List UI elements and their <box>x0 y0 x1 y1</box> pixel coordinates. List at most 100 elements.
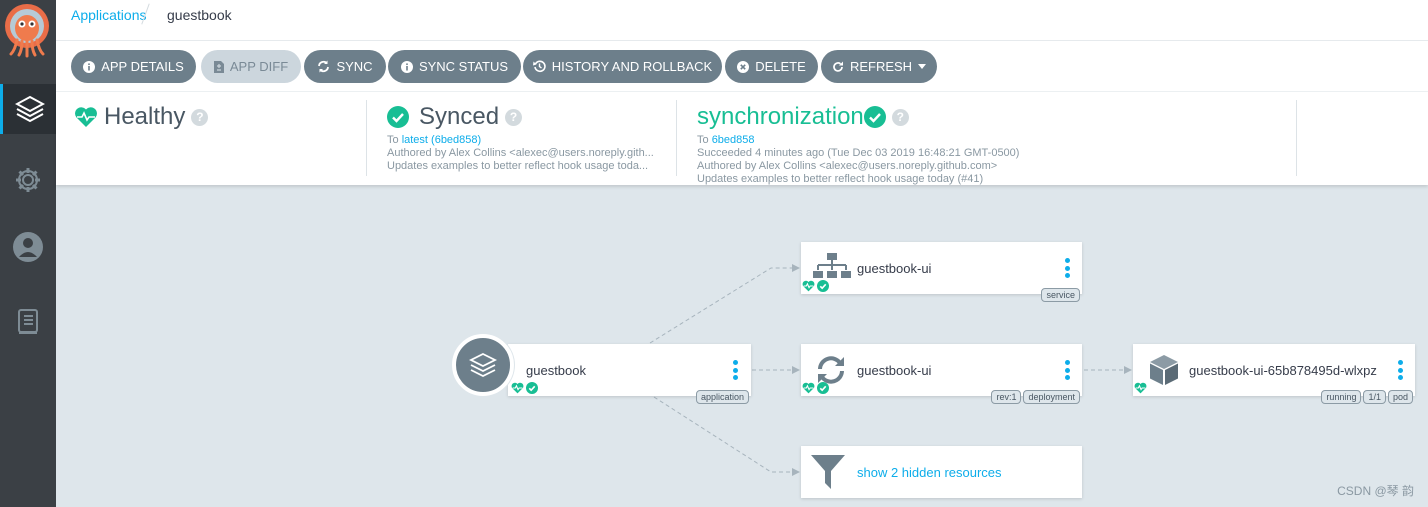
sync-revision-link[interactable]: latest (6bed858) <box>402 134 482 146</box>
sync-help-icon[interactable]: ? <box>505 108 523 126</box>
argo-logo[interactable] <box>3 2 51 60</box>
pod-node-name: guestbook-ui-65b878495d-wlxpz <box>1189 363 1377 378</box>
deployment-node-badges <box>802 382 829 394</box>
service-node-tags: service <box>1041 288 1080 302</box>
resource-tree: guestbook application guestbook-ui servi… <box>56 185 1428 507</box>
refresh-button[interactable]: REFRESH <box>821 50 937 83</box>
check-circle-icon <box>817 382 829 394</box>
gear-icon <box>16 168 40 192</box>
app-node[interactable]: guestbook application <box>452 334 751 404</box>
filter-icon <box>811 455 845 489</box>
history-rollback-label: HISTORY AND ROLLBACK <box>551 59 713 74</box>
sync-status-button[interactable]: SYNC STATUS <box>388 50 521 83</box>
service-node-name: guestbook-ui <box>857 261 932 276</box>
sync-to-prefix: To <box>387 134 399 146</box>
pod-node-tags: running 1/1 pod <box>1321 390 1413 404</box>
file-diff-icon <box>213 60 224 73</box>
tag: rev:1 <box>991 390 1022 404</box>
pod-node-badges <box>1134 382 1147 394</box>
app-node-badges <box>511 382 538 394</box>
tag: deployment <box>1023 390 1080 404</box>
caret-down-icon <box>918 64 927 69</box>
edge-app-service <box>649 264 800 344</box>
sync-target: To latest (6bed858) <box>387 134 676 147</box>
redo-icon <box>833 61 843 72</box>
nav-docs[interactable] <box>0 297 56 347</box>
service-node-badges <box>802 280 829 292</box>
heart-pulse-icon <box>1134 382 1147 394</box>
operation-label: synchronization <box>697 103 864 130</box>
nav-user-info[interactable] <box>0 222 56 272</box>
sync-author: Authored by Alex Collins <alexec@users.n… <box>387 147 654 159</box>
sync-label: SYNC <box>336 59 373 74</box>
breadcrumb-applications[interactable]: Applications <box>71 7 147 23</box>
history-icon <box>532 60 546 73</box>
check-circle-icon <box>817 280 829 292</box>
sitemap-icon <box>813 253 851 278</box>
nav-applications[interactable] <box>0 84 56 134</box>
nav-settings[interactable] <box>0 155 56 205</box>
tag: service <box>1041 288 1080 302</box>
heart-pulse-icon <box>802 280 815 292</box>
tag: pod <box>1387 390 1413 404</box>
layers-icon <box>14 95 45 123</box>
app-node-tags: application <box>695 390 749 404</box>
sync-status-label: SYNC STATUS <box>418 59 509 74</box>
operation-status[interactable]: synchronization ? To 6bed858 Succeeded 4… <box>697 100 1297 185</box>
cube-icon <box>1150 355 1178 385</box>
service-node-menu-icon[interactable] <box>1065 258 1070 278</box>
sync-status-text: Synced <box>419 103 500 130</box>
delete-label: DELETE <box>755 59 806 74</box>
tag: 1/1 <box>1363 390 1386 404</box>
operation-help-icon[interactable]: ? <box>891 108 909 126</box>
status-panel: Healthy ? Synced ? To latest (6bed858) A… <box>56 92 1428 185</box>
breadcrumb-current: guestbook <box>167 7 232 23</box>
sync-message: Updates examples to better reflect hook … <box>387 160 649 172</box>
sync-button[interactable]: SYNC <box>304 50 386 83</box>
pod-node-menu-icon[interactable] <box>1398 360 1403 380</box>
app-details-button[interactable]: APP DETAILS <box>71 50 196 83</box>
heart-pulse-icon <box>802 382 815 394</box>
deployment-node-name: guestbook-ui <box>857 363 932 378</box>
service-node[interactable]: guestbook-ui service <box>801 242 1082 302</box>
watermark: CSDN @琴 韵 <box>1337 484 1414 498</box>
operation-succeeded: Succeeded 4 minutes ago (Tue Dec 03 2019… <box>697 147 1020 159</box>
top-bar: Applications guestbook <box>56 0 1428 41</box>
deployment-node-menu-icon[interactable] <box>1065 360 1070 380</box>
app-details-label: APP DETAILS <box>101 59 184 74</box>
sync-icon <box>318 60 330 73</box>
sync-status: Synced ? To latest (6bed858) Authored by… <box>387 100 677 176</box>
app-diff-label: APP DIFF <box>229 59 289 74</box>
app-diff-button[interactable]: APP DIFF <box>201 50 301 83</box>
health-help-icon[interactable]: ? <box>191 108 209 126</box>
tag: running <box>1321 390 1362 404</box>
check-circle-icon <box>526 382 538 394</box>
operation-revision-link[interactable]: 6bed858 <box>712 134 755 146</box>
tag: application <box>695 390 749 404</box>
user-icon <box>13 232 43 262</box>
pod-node[interactable]: guestbook-ui-65b878495d-wlxpz running 1/… <box>1133 344 1415 404</box>
refresh-label: REFRESH <box>849 59 913 74</box>
book-icon <box>18 309 38 334</box>
operation-author: Authored by Alex Collins <alexec@users.n… <box>697 160 998 172</box>
operation-target: To 6bed858 <box>697 134 1296 147</box>
deployment-node[interactable]: guestbook-ui rev:1 deployment <box>801 344 1082 404</box>
app-icon-circle <box>452 334 514 396</box>
check-circle-icon <box>387 106 409 128</box>
times-circle-icon <box>737 60 750 73</box>
toolbar: APP DETAILS APP DIFF SYNC SYNC STATUS HI… <box>56 41 1428 92</box>
app-node-menu-icon[interactable] <box>733 360 738 380</box>
info-icon <box>83 60 96 73</box>
app-node-name: guestbook <box>526 363 586 378</box>
delete-button[interactable]: DELETE <box>725 50 818 83</box>
heart-pulse-icon <box>511 382 524 394</box>
hidden-resources-node[interactable]: show 2 hidden resources <box>801 446 1082 498</box>
check-circle-icon <box>863 106 886 128</box>
history-rollback-button[interactable]: HISTORY AND ROLLBACK <box>523 50 722 83</box>
health-label: Healthy <box>104 103 186 130</box>
health-status: Healthy ? <box>74 100 367 176</box>
show-hidden-resources-link[interactable]: show 2 hidden resources <box>857 465 1002 480</box>
info-icon <box>400 60 413 73</box>
edge-app-hidden <box>653 396 800 476</box>
layers-icon <box>468 352 498 378</box>
